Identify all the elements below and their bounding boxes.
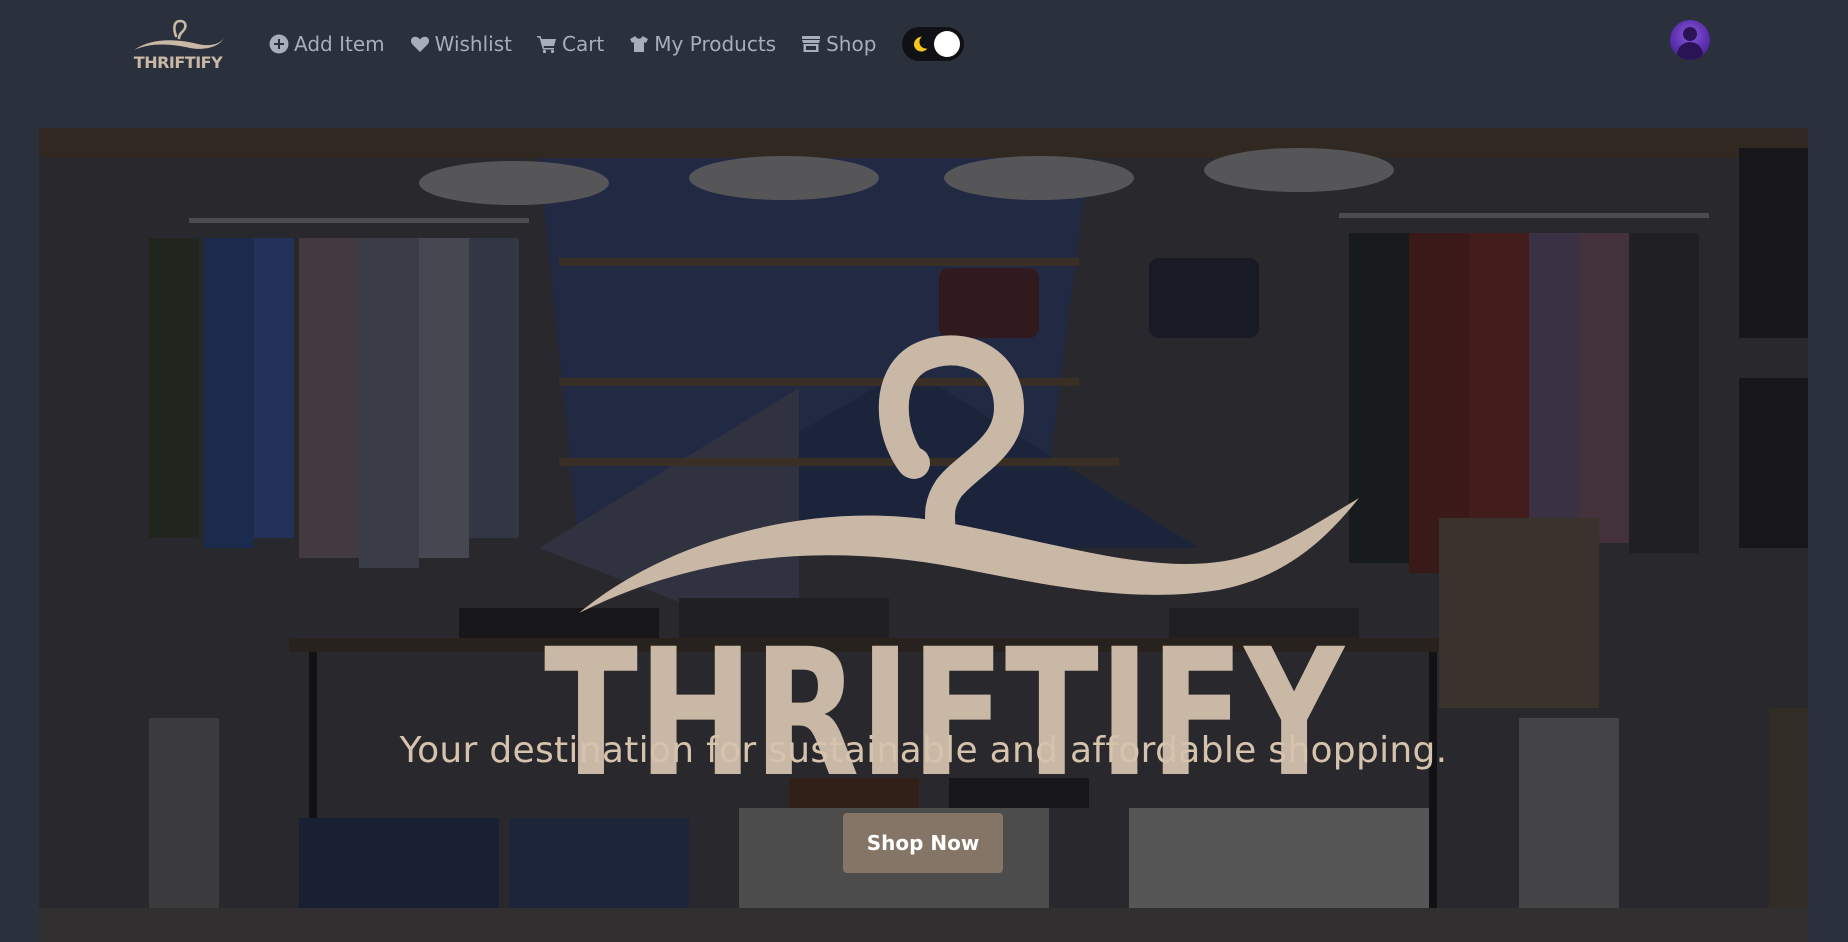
brand-logo[interactable]: THRIFTIFY	[128, 18, 228, 72]
avatar-head	[1683, 27, 1697, 41]
nav-add-item-label: Add Item	[294, 32, 385, 56]
store-icon	[800, 33, 822, 55]
user-avatar[interactable]	[1670, 20, 1710, 60]
nav-shop-label: Shop	[826, 32, 877, 56]
navbar: THRIFTIFY Add Item Wishlist Cart My Prod…	[0, 0, 1848, 88]
avatar-body	[1677, 42, 1703, 60]
shop-now-button[interactable]: Shop Now	[843, 813, 1003, 873]
tshirt-icon	[628, 33, 650, 55]
nav-wishlist-label: Wishlist	[434, 32, 512, 56]
heart-icon	[409, 33, 431, 55]
nav-cart-label: Cart	[561, 32, 605, 56]
hero-logo: THRIFTIFY	[544, 335, 1359, 788]
nav-shop[interactable]: Shop	[800, 32, 876, 56]
nav-cart[interactable]: Cart	[536, 32, 604, 56]
hero-tagline: Your destination for sustainable and aff…	[399, 730, 1448, 771]
theme-toggle-knob	[934, 31, 961, 57]
nav-my-products-label: My Products	[654, 32, 777, 56]
cart-icon	[536, 33, 558, 55]
theme-toggle[interactable]	[902, 27, 965, 61]
hero-banner: THRIFTIFY Your destination for sustainab…	[39, 128, 1808, 942]
nav-add-item[interactable]: Add Item	[268, 32, 385, 56]
moon-icon	[914, 36, 928, 52]
nav-my-products[interactable]: My Products	[628, 32, 776, 56]
nav-links: Add Item Wishlist Cart My Products Shop	[268, 27, 965, 61]
plus-circle-icon	[268, 33, 290, 55]
nav-wishlist[interactable]: Wishlist	[409, 32, 512, 56]
brand-logo-text: THRIFTIFY	[134, 53, 223, 72]
